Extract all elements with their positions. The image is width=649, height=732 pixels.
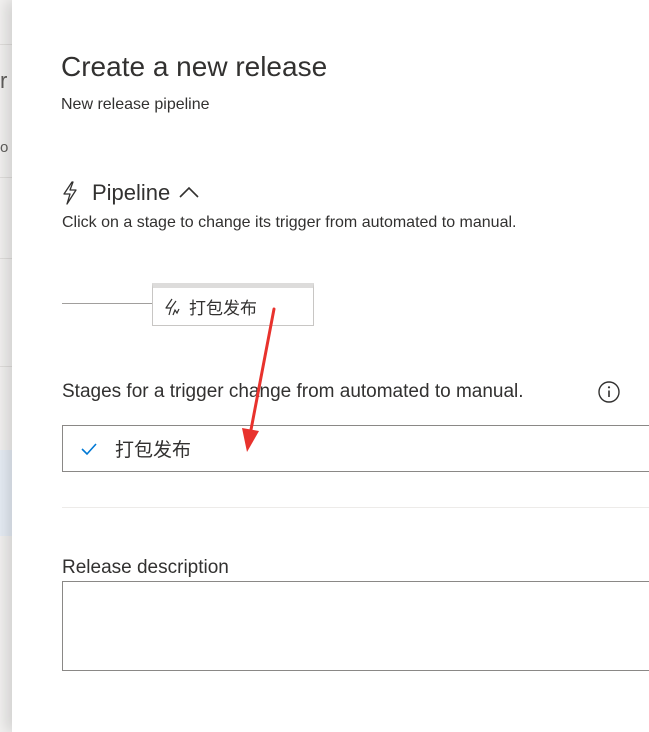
pipeline-section-label: Pipeline	[92, 180, 171, 205]
lightning-bolt-icon	[60, 181, 80, 205]
panel-title: Create a new release	[61, 51, 328, 82]
background-text: r	[0, 68, 8, 93]
info-icon[interactable]	[597, 380, 621, 404]
stages-trigger-selected-value: 打包发布	[115, 440, 192, 461]
background-divider	[0, 44, 12, 45]
background-selected-row	[0, 450, 12, 536]
chevron-up-icon[interactable]	[178, 182, 200, 204]
stages-trigger-dropdown[interactable]: 打包发布	[62, 425, 649, 472]
background-text: o	[0, 139, 9, 156]
background-divider	[0, 366, 12, 367]
release-description-input[interactable]	[62, 581, 649, 671]
section-divider	[62, 507, 649, 508]
pipeline-section-toggle[interactable]: Pipeline	[60, 178, 200, 208]
stages-trigger-label: Stages for a trigger change from automat…	[62, 381, 524, 402]
manual-trigger-icon	[163, 298, 181, 316]
pipeline-stage-name: 打包发布	[189, 299, 257, 318]
release-description-label: Release description	[62, 557, 229, 578]
create-release-panel: Create a new release New release pipelin…	[12, 0, 649, 732]
pipeline-stage-card[interactable]: 打包发布	[152, 283, 314, 326]
checkmark-icon	[79, 439, 99, 459]
panel-subtitle: New release pipeline	[61, 96, 210, 113]
pipeline-hint: Click on a stage to change its trigger f…	[62, 214, 517, 231]
background-divider	[0, 258, 12, 259]
background-divider	[0, 177, 12, 178]
pipeline-connector	[62, 303, 153, 304]
